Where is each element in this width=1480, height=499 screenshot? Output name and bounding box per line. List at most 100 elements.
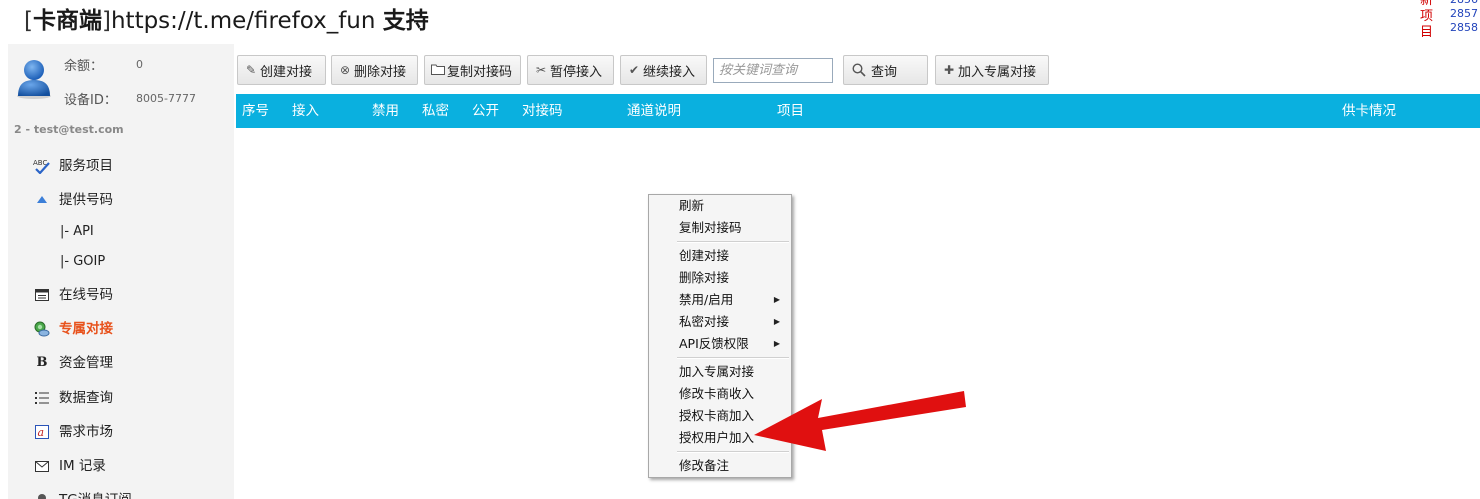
column-header[interactable]: 序号 <box>242 94 269 128</box>
context-menu: 刷新 复制对接码 创建对接 删除对接 禁用/启用 ▶ 私密对接 ▶ API反馈权… <box>648 194 792 478</box>
sidebar-item-label: 在线号码 <box>59 287 113 303</box>
sidebar-item-label: 需求市场 <box>59 424 113 440</box>
sidebar-item-label: IM 记录 <box>59 458 106 474</box>
sidebar-item-goip[interactable]: |- GOIP <box>60 252 105 272</box>
menu-item-authorize-user[interactable]: 授权用户加入 <box>650 427 790 449</box>
sidebar-item-services[interactable]: ABC 服务项目 <box>33 154 113 178</box>
delete-docking-label: 删除对接 <box>354 64 407 80</box>
sidebar-item-label: TG消息订阅 <box>59 488 132 499</box>
menu-item-label: 禁用/启用 <box>679 292 734 307</box>
menu-separator <box>677 357 789 359</box>
menu-item-join-exclusive[interactable]: 加入专属对接 <box>650 361 790 383</box>
menu-separator <box>677 241 789 243</box>
pencil-icon: ✎ <box>245 63 257 77</box>
spellcheck-icon: ABC <box>33 157 51 175</box>
sidebar-item-label: 资金管理 <box>59 355 113 371</box>
sidebar-item-label: 服务项目 <box>59 158 113 174</box>
menu-item-delete[interactable]: 删除对接 <box>650 267 790 289</box>
join-exclusive-label: 加入专属对接 <box>958 64 1037 80</box>
list-window-icon <box>33 286 51 304</box>
menu-item-edit-remark[interactable]: 修改备注 <box>650 455 790 477</box>
new-project-number[interactable]: 2857 <box>1450 7 1478 21</box>
menu-separator <box>677 451 789 453</box>
title-bracket-open: [ <box>24 8 33 34</box>
resume-button[interactable]: ✔ 继续接入 <box>620 55 707 85</box>
search-icon <box>852 63 866 77</box>
delete-circle-icon: ⊗ <box>339 63 351 77</box>
sidebar: 余额： 0 设备ID： 8005-7777 2 - test@test.com … <box>8 44 234 499</box>
search-button[interactable]: 查询 <box>843 55 928 85</box>
menu-item-edit-income[interactable]: 修改卡商收入 <box>650 383 790 405</box>
pause-button[interactable]: ✂ 暂停接入 <box>527 55 614 85</box>
balance-value: 0 <box>136 58 143 71</box>
menu-item-label: API反馈权限 <box>679 336 749 351</box>
sidebar-item-im-records[interactable]: IM 记录 <box>33 454 106 478</box>
new-projects-char: 新 <box>1420 0 1434 8</box>
envelope-icon <box>33 457 51 475</box>
title-bracket-close: ] <box>101 8 111 34</box>
search-label: 查询 <box>871 64 898 80</box>
new-projects-panel: 新 项 目 2856 2857 2858 <box>1418 0 1480 44</box>
resume-label: 继续接入 <box>643 64 696 80</box>
new-projects-char: 项 <box>1420 9 1434 24</box>
sidebar-item-exclusive-docking[interactable]: 专属对接 <box>33 317 113 341</box>
menu-item-authorize-merchant[interactable]: 授权卡商加入 <box>650 405 790 427</box>
app-title: [卡商端]https://t.me/firefox_fun 支持 <box>24 4 429 38</box>
create-docking-button[interactable]: ✎ 创建对接 <box>237 55 326 85</box>
bold-b-icon: B <box>36 355 48 370</box>
upload-arrow-icon <box>33 191 51 209</box>
create-docking-label: 创建对接 <box>260 64 313 80</box>
new-project-number[interactable]: 2858 <box>1450 21 1478 35</box>
column-header[interactable]: 项目 <box>777 94 804 128</box>
support-text: 支持 <box>382 8 429 34</box>
submenu-arrow-icon: ▶ <box>773 339 780 348</box>
support-link[interactable]: https://t.me/firefox_fun <box>111 8 376 34</box>
numbered-list-icon <box>33 389 51 407</box>
delete-docking-button[interactable]: ⊗ 删除对接 <box>331 55 418 85</box>
sidebar-item-funds[interactable]: B 资金管理 <box>33 351 114 375</box>
search-input[interactable] <box>713 58 833 83</box>
submenu-arrow-icon: ▶ <box>773 295 780 304</box>
menu-item-toggle-enable[interactable]: 禁用/启用 ▶ <box>650 289 790 311</box>
column-header[interactable]: 通道说明 <box>627 94 681 128</box>
sidebar-item-label: 提供号码 <box>59 192 113 208</box>
sidebar-item-tg-subscription[interactable]: TG消息订阅 <box>33 488 132 499</box>
user-avatar-icon <box>17 60 51 99</box>
menu-item-refresh[interactable]: 刷新 <box>650 195 790 217</box>
folder-icon <box>431 63 445 77</box>
menu-item-private[interactable]: 私密对接 ▶ <box>650 311 790 333</box>
new-project-number[interactable]: 2856 <box>1450 0 1478 7</box>
sidebar-item-online-numbers[interactable]: 在线号码 <box>33 283 113 307</box>
table-header: 序号 接入 禁用 私密 公开 对接码 通道说明 项目 供卡情况 <box>236 94 1480 128</box>
sidebar-item-api[interactable]: |- API <box>60 222 94 242</box>
column-header[interactable]: 接入 <box>292 94 319 128</box>
user-account: 2 - test@test.com <box>14 123 124 136</box>
copy-code-button[interactable]: 复制对接码 <box>424 55 521 85</box>
column-header[interactable]: 禁用 <box>372 94 399 128</box>
shop-name: 卡商端 <box>32 8 102 34</box>
column-header[interactable]: 公开 <box>472 94 499 128</box>
device-id-value: 8005-7777 <box>136 92 196 105</box>
menu-item-label: 私密对接 <box>679 314 730 329</box>
sidebar-item-data-query[interactable]: 数据查询 <box>33 386 113 410</box>
new-projects-char: 目 <box>1420 25 1434 40</box>
avatar[interactable] <box>14 56 54 100</box>
column-header[interactable]: 供卡情况 <box>1342 94 1396 128</box>
check-icon: ✔ <box>628 63 640 77</box>
submenu-arrow-icon: ▶ <box>773 317 780 326</box>
sidebar-item-provide-numbers[interactable]: 提供号码 <box>33 188 113 212</box>
column-header[interactable]: 私密 <box>422 94 449 128</box>
copy-code-label: 复制对接码 <box>447 64 513 80</box>
device-id-label: 设备ID： <box>64 93 117 108</box>
sidebar-item-demand-market[interactable]: a 需求市场 <box>33 420 113 444</box>
new-projects-label: 新 项 目 <box>1420 0 1436 41</box>
balance-label: 余额： <box>64 59 104 74</box>
pause-label: 暂停接入 <box>550 64 603 80</box>
menu-item-copy-code[interactable]: 复制对接码 <box>650 217 790 239</box>
join-exclusive-button[interactable]: ✚ 加入专属对接 <box>935 55 1049 85</box>
column-header[interactable]: 对接码 <box>522 94 563 128</box>
menu-item-create[interactable]: 创建对接 <box>650 245 790 267</box>
menu-item-api-feedback[interactable]: API反馈权限 ▶ <box>650 333 790 355</box>
network-globe-icon <box>33 320 51 338</box>
at-sign-icon: a <box>33 423 51 441</box>
